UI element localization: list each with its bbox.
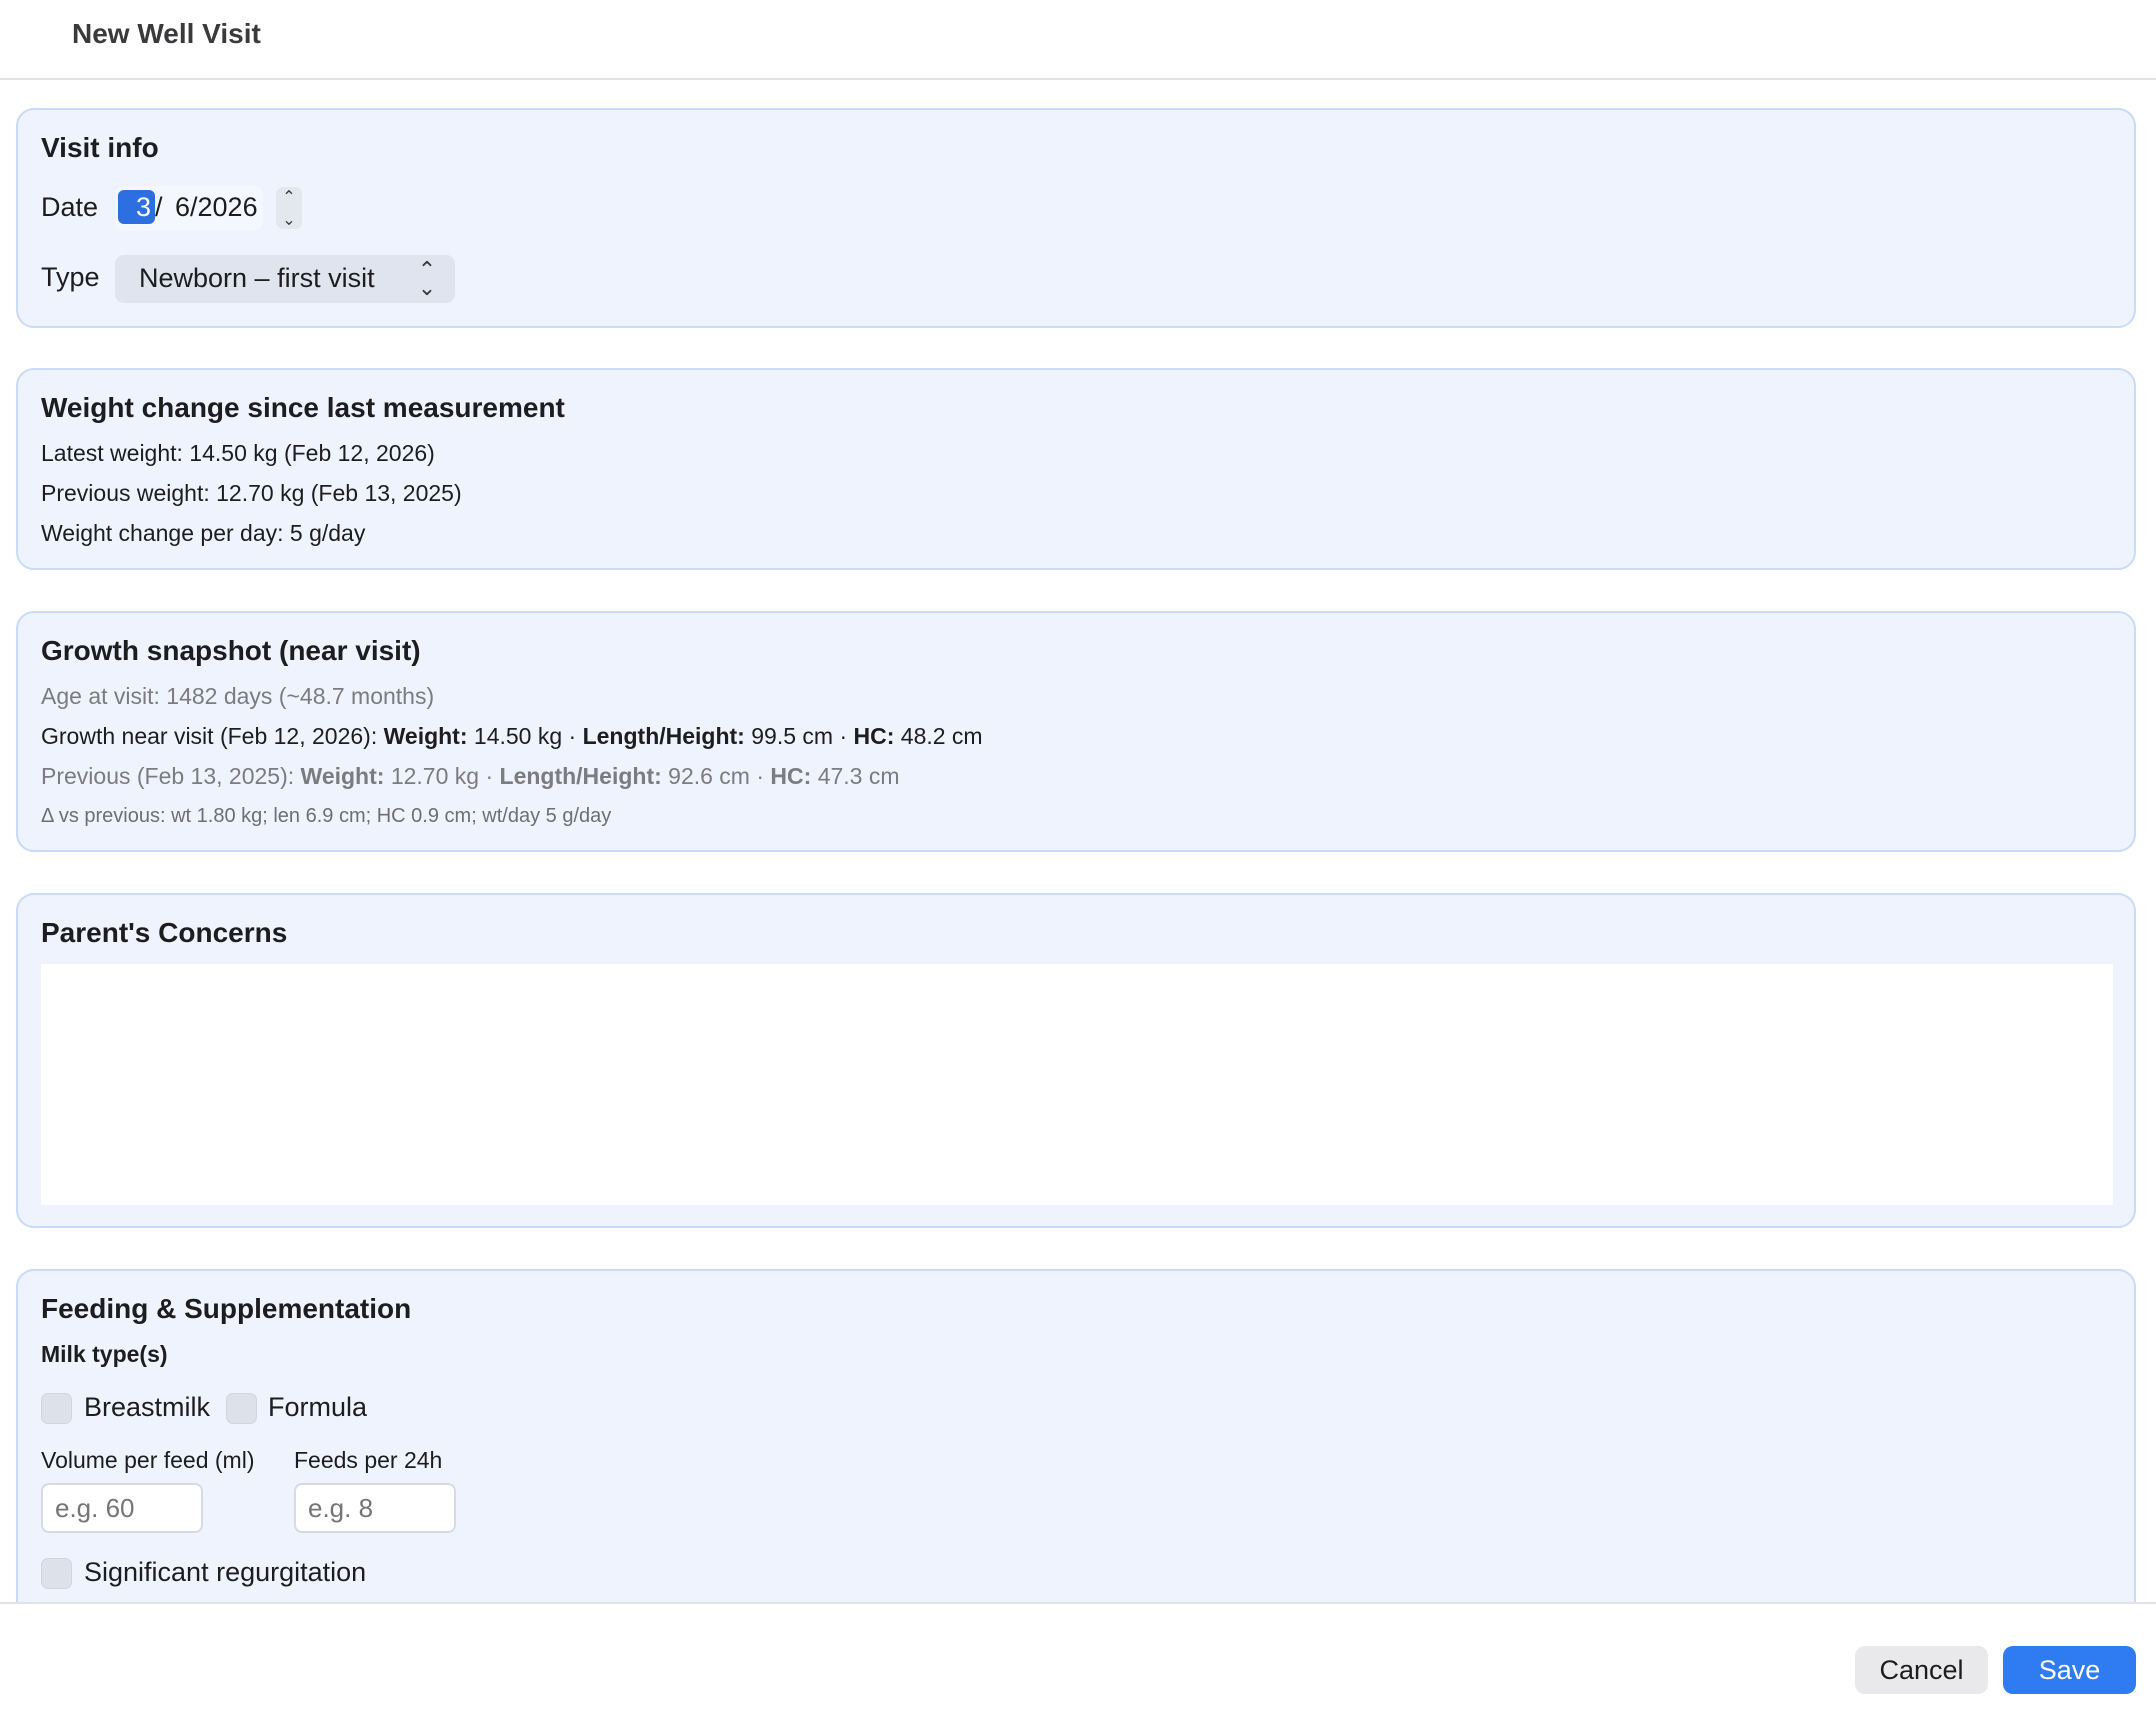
weight-label: Weight: (383, 723, 468, 749)
length-label: Length/Height: (582, 723, 745, 749)
date-label: Date (41, 192, 99, 222)
previous-prefix: Previous (Feb 13, 2025): (41, 763, 301, 789)
formula-label[interactable]: Formula (268, 1392, 367, 1423)
prev-weight-value: 12.70 kg · (384, 763, 500, 789)
hc-label: HC: (853, 723, 895, 749)
cancel-button[interactable]: Cancel (1855, 1646, 1988, 1694)
weight-change-per-day-text: Weight change per day: 5 g/day (41, 520, 366, 546)
growth-near-prefix: Growth near visit (Feb 12, 2026): (41, 723, 384, 749)
feeds-per-24h-label: Feeds per 24h (294, 1447, 443, 1473)
growth-snapshot-heading: Growth snapshot (near visit) (41, 635, 421, 666)
parents-concerns-heading: Parent's Concerns (41, 917, 288, 948)
near-length-value: 99.5 cm · (744, 723, 854, 749)
previous-weight-text: Previous weight: 12.70 kg (Feb 13, 2025) (41, 480, 462, 506)
regurgitation-checkbox[interactable] (41, 1558, 72, 1589)
parents-concerns-textarea[interactable] (41, 964, 2113, 1205)
date-day-year-segment[interactable]: 6/2026 (175, 190, 258, 224)
weight-change-heading: Weight change since last measurement (41, 392, 565, 423)
visit-info-card: Visit info Date 3 / 6/2026 ⌃ ⌃ Type Newb… (16, 108, 2136, 328)
formula-checkbox[interactable] (226, 1393, 257, 1424)
prev-hc-value: 47.3 cm (811, 763, 900, 789)
chevron-down-icon[interactable]: ⌃ (276, 209, 302, 226)
window-title: New Well Visit (72, 18, 261, 49)
date-separator: / (155, 192, 163, 222)
growth-near-visit-text: Growth near visit (Feb 12, 2026): Weight… (41, 723, 983, 750)
footer-bar: Cancel Save (0, 1602, 2156, 1720)
visit-type-select[interactable]: Newborn – first visit ⌃ ⌃ (115, 255, 455, 303)
feeds-per-24h-input[interactable] (294, 1483, 456, 1533)
breastmilk-label[interactable]: Breastmilk (84, 1392, 210, 1423)
volume-per-feed-input[interactable] (41, 1483, 203, 1533)
type-label: Type (41, 262, 100, 292)
delta-vs-previous-text: Δ vs previous: wt 1.80 kg; len 6.9 cm; H… (41, 805, 612, 827)
latest-weight-text: Latest weight: 14.50 kg (Feb 12, 2026) (41, 440, 435, 466)
title-bar: New Well Visit (0, 0, 2156, 80)
prev-length-label: Length/Height: (499, 763, 662, 789)
visit-info-heading: Visit info (41, 132, 159, 163)
growth-snapshot-card: Growth snapshot (near visit) Age at visi… (16, 611, 2136, 852)
prev-length-value: 92.6 cm · (661, 763, 771, 789)
date-stepper[interactable]: ⌃ ⌃ (276, 187, 302, 229)
previous-growth-text: Previous (Feb 13, 2025): Weight: 12.70 k… (41, 763, 900, 790)
prev-hc-label: HC: (770, 763, 812, 789)
prev-weight-label: Weight: (300, 763, 385, 789)
weight-change-card: Weight change since last measurement Lat… (16, 368, 2136, 570)
date-month-segment[interactable]: 3 (118, 190, 155, 224)
near-hc-value: 48.2 cm (894, 723, 983, 749)
form-scroll-area[interactable]: Visit info Date 3 / 6/2026 ⌃ ⌃ Type Newb… (0, 82, 2156, 1602)
parents-concerns-card: Parent's Concerns (16, 893, 2136, 1228)
chevron-up-icon[interactable]: ⌃ (276, 190, 302, 206)
regurgitation-label[interactable]: Significant regurgitation (84, 1557, 366, 1588)
breastmilk-checkbox[interactable] (41, 1393, 72, 1424)
near-weight-value: 14.50 kg · (467, 723, 583, 749)
volume-per-feed-label: Volume per feed (ml) (41, 1447, 255, 1473)
feeding-card: Feeding & Supplementation Milk type(s) B… (16, 1269, 2136, 1602)
visit-type-value: Newborn – first visit (139, 263, 375, 293)
save-button[interactable]: Save (2003, 1646, 2136, 1694)
up-down-chevron-icon: ⌃ ⌃ (417, 257, 437, 300)
milk-types-label: Milk type(s) (41, 1341, 168, 1367)
age-at-visit-text: Age at visit: 1482 days (~48.7 months) (41, 683, 435, 709)
feeding-heading: Feeding & Supplementation (41, 1293, 412, 1324)
